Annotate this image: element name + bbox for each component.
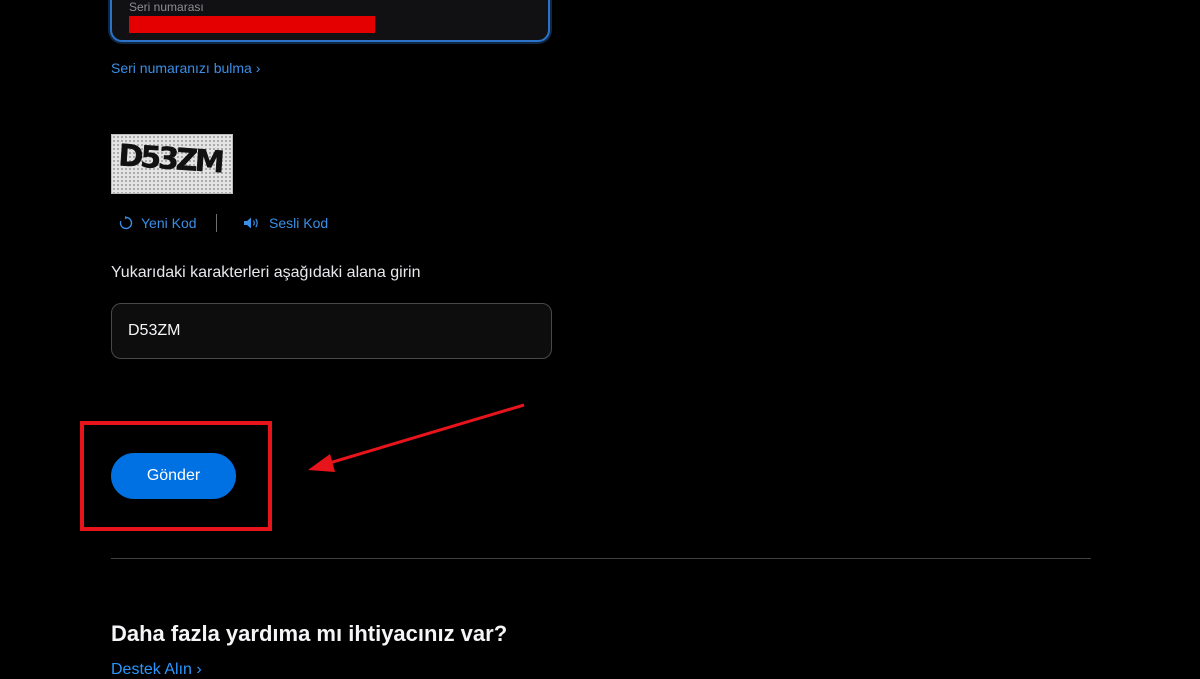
serial-number-label: Seri numarası bbox=[129, 0, 204, 14]
section-divider bbox=[111, 558, 1091, 559]
refresh-icon bbox=[119, 216, 133, 230]
serial-number-field[interactable]: Seri numarası bbox=[110, 0, 550, 42]
captcha-instructions: Yukarıdaki karakterleri aşağıdaki alana … bbox=[111, 264, 421, 281]
captcha-input[interactable] bbox=[111, 303, 552, 359]
captcha-text: D53ZM bbox=[117, 138, 224, 180]
new-code-button[interactable]: Yeni Kod bbox=[119, 215, 197, 231]
get-support-link[interactable]: Destek Alın › bbox=[111, 661, 202, 679]
find-serial-link[interactable]: Seri numaranızı bulma › bbox=[111, 60, 260, 76]
submit-button[interactable]: Gönder bbox=[111, 453, 236, 499]
captcha-image: D53ZM bbox=[111, 134, 233, 194]
speaker-icon bbox=[244, 217, 258, 229]
new-code-label: Yeni Kod bbox=[141, 215, 197, 231]
captcha-glyphs: D53ZM bbox=[117, 138, 224, 181]
captcha-action-divider bbox=[216, 214, 217, 232]
help-heading: Daha fazla yardıma mı ihtiyacınız var? bbox=[111, 621, 508, 646]
serial-redaction-bar bbox=[129, 16, 375, 33]
audio-code-button[interactable]: Sesli Kod bbox=[243, 215, 328, 231]
audio-code-label: Sesli Kod bbox=[269, 215, 329, 231]
